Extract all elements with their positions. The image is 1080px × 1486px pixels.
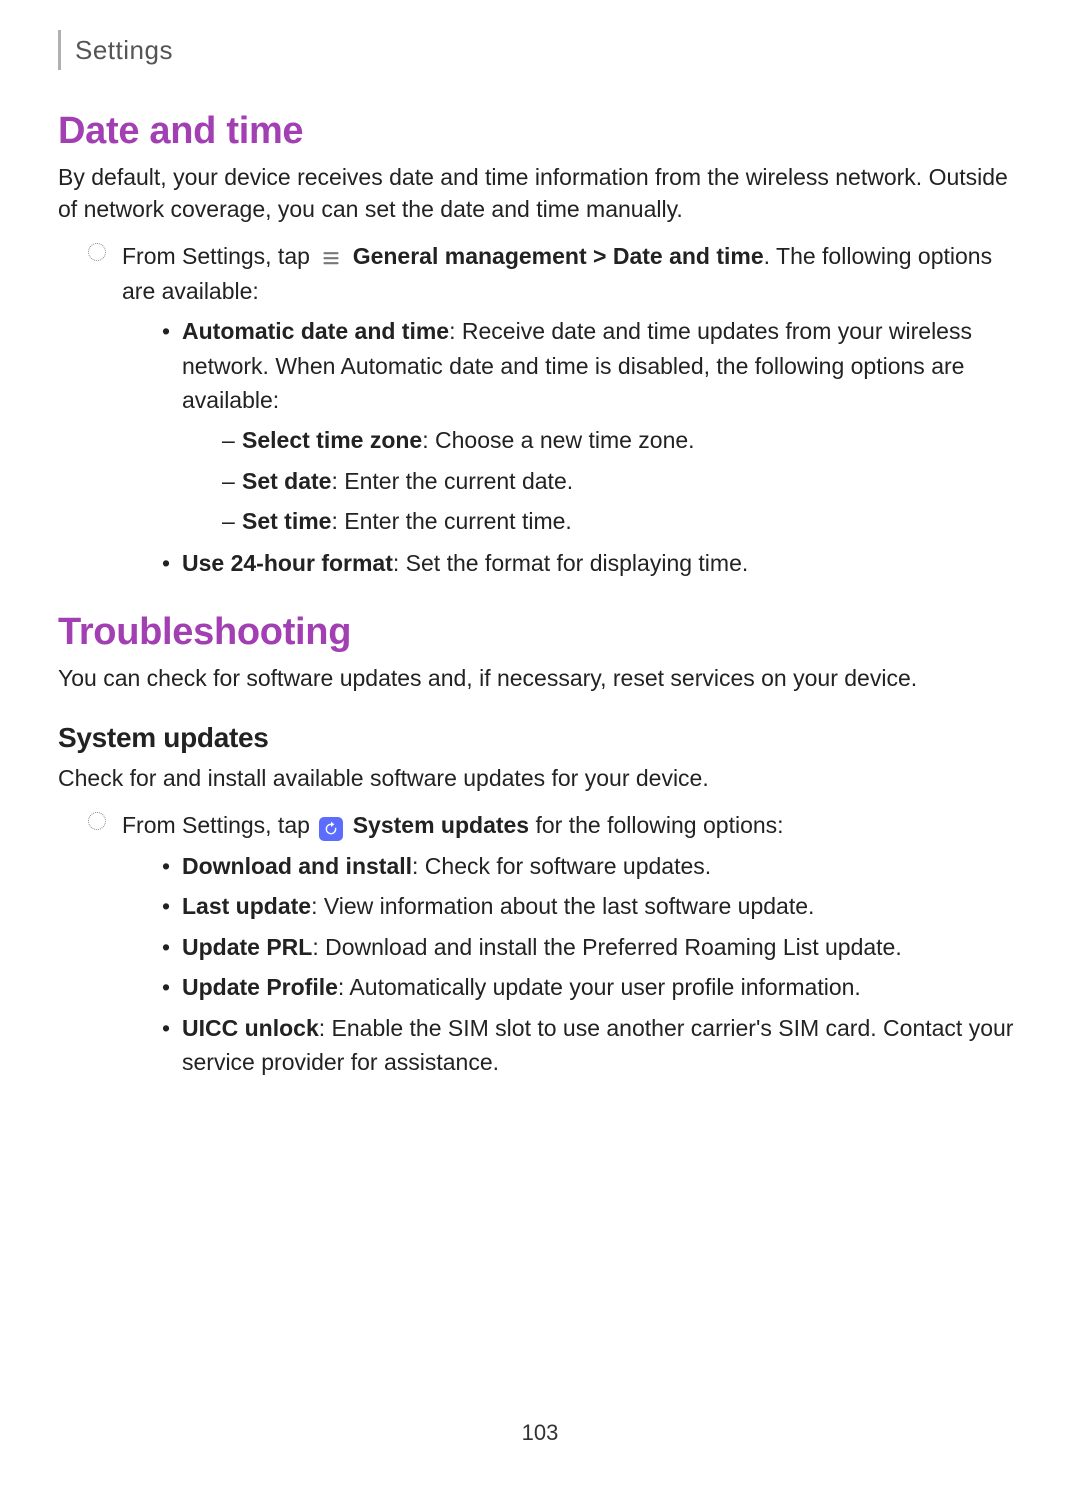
bullet-label: Set date [242,468,331,494]
bullet-text: : Set the format for displaying time. [393,550,748,576]
bullet-label: UICC unlock [182,1015,319,1041]
page-header: Settings [58,30,1022,70]
bullet-label: Download and install [182,853,412,879]
intro-troubleshooting: You can check for software updates and, … [58,662,1022,694]
bullet-text: : View information about the last softwa… [311,893,814,919]
step-text-suffix: for the following options: [529,812,783,838]
step-date-and-time: From Settings, tap General management > … [88,239,1022,308]
list-item: Last update: View information about the … [158,889,1022,924]
general-management-icon [319,246,343,270]
bullet-text: : Enter the current date. [331,468,573,494]
bullet-label: Last update [182,893,311,919]
step-marker-icon [88,243,106,261]
list-item: Update Profile: Automatically update you… [158,970,1022,1005]
intro-system-updates: Check for and install available software… [58,762,1022,794]
step-text-prefix: From Settings, tap [122,812,316,838]
bullet-label: Update PRL [182,934,312,960]
step-text-bold: System updates [353,812,529,838]
step-system-updates: From Settings, tap System updates for th… [88,808,1022,843]
list-item: Update PRL: Download and install the Pre… [158,930,1022,965]
bullet-text: : Download and install the Preferred Roa… [312,934,901,960]
system-updates-icon [319,817,343,841]
page-number: 103 [58,1420,1022,1446]
bullet-text: : Enter the current time. [331,508,571,534]
bullet-label: Set time [242,508,331,534]
list-item: Set date: Enter the current date. [222,463,1022,500]
heading-system-updates: System updates [58,722,1022,754]
list-item: Select time zone: Choose a new time zone… [222,422,1022,459]
step-text-bold: General management > Date and time [353,243,764,269]
header-label: Settings [75,35,173,66]
step-marker-icon [88,812,106,830]
bullet-text: : Choose a new time zone. [422,427,694,453]
intro-date-and-time: By default, your device receives date an… [58,161,1022,225]
bullet-text: : Automatically update your user profile… [338,974,861,1000]
list-item: UICC unlock: Enable the SIM slot to use … [158,1011,1022,1080]
bullet-label: Update Profile [182,974,338,1000]
step-text-prefix: From Settings, tap [122,243,316,269]
heading-troubleshooting: Troubleshooting [58,611,1022,654]
list-item: Download and install: Check for software… [158,849,1022,884]
list-item: Automatic date and time: Receive date an… [158,314,1022,540]
bullet-text: : Check for software updates. [412,853,711,879]
list-item: Use 24-hour format: Set the format for d… [158,546,1022,581]
header-rule [58,30,61,70]
list-item: Set time: Enter the current time. [222,503,1022,540]
bullet-label: Use 24-hour format [182,550,393,576]
bullet-label: Automatic date and time [182,318,449,344]
heading-date-and-time: Date and time [58,110,1022,153]
bullet-label: Select time zone [242,427,422,453]
